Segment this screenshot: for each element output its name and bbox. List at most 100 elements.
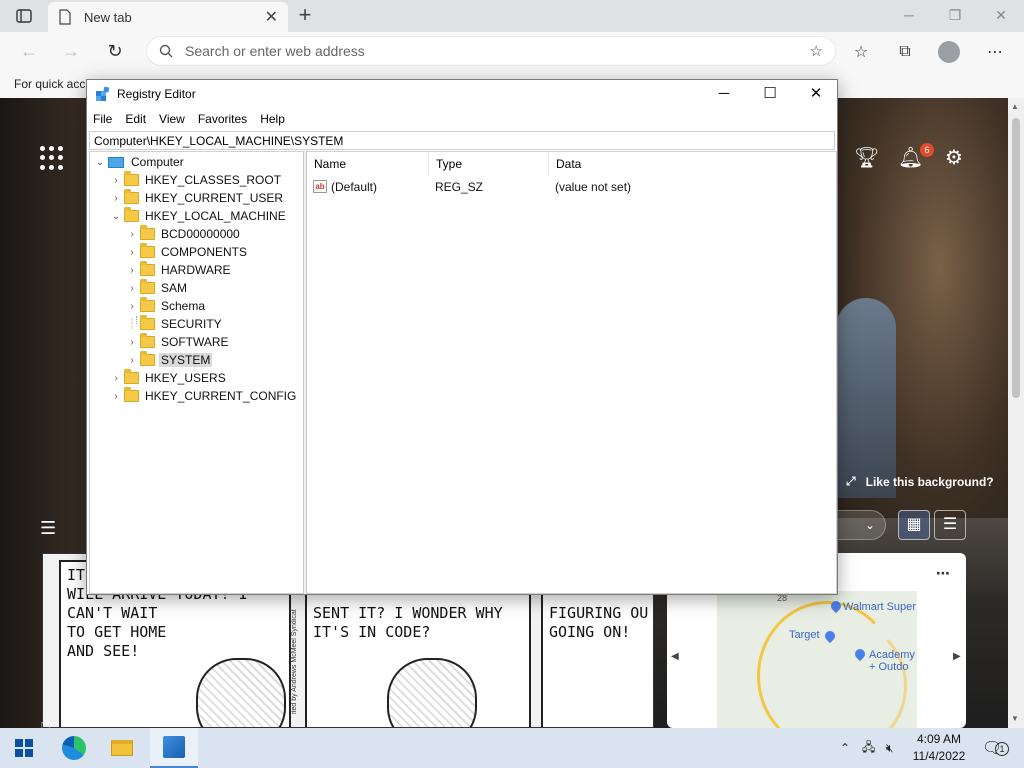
folder-icon bbox=[124, 387, 139, 402]
column-header-name[interactable]: Name bbox=[307, 152, 429, 176]
tree-node-sam[interactable]: › SAM bbox=[124, 279, 189, 297]
page-scrollbar[interactable]: ▲ ▼ bbox=[1008, 98, 1024, 728]
add-favorite-icon[interactable]: ☆ bbox=[810, 42, 823, 60]
tree-node-hkey-current-config[interactable]: › HKEY_CURRENT_CONFIG bbox=[108, 387, 298, 405]
taskbar-file-explorer[interactable] bbox=[98, 728, 146, 768]
tree-node-software[interactable]: › SOFTWARE bbox=[124, 333, 231, 351]
minimize-button[interactable]: ─ bbox=[886, 4, 932, 28]
menu-favorites[interactable]: Favorites bbox=[198, 112, 247, 126]
map[interactable]: 28 Walmart Super Target Academy + Outdo bbox=[717, 591, 917, 728]
list-view-button[interactable]: ☰ bbox=[934, 510, 966, 540]
map-label: Academy bbox=[869, 649, 915, 661]
rewards-icon[interactable]: 🏆︎ bbox=[854, 146, 879, 170]
comic-text: GOING ON! bbox=[549, 623, 631, 641]
scrollbar-thumb[interactable] bbox=[1012, 118, 1020, 398]
address-bar[interactable]: Search or enter web address ☆ bbox=[146, 36, 836, 66]
menu-view[interactable]: View bbox=[159, 112, 185, 126]
tree-node-security[interactable]: ┆ SECURITY bbox=[124, 315, 224, 333]
card-options-icon[interactable]: ⋯ bbox=[936, 565, 950, 582]
tab-actions-icon[interactable] bbox=[8, 5, 40, 27]
registry-editor-window[interactable]: Registry Editor ─ ☐ ✕ File Edit View Fav… bbox=[86, 79, 838, 595]
apps-launcher-icon[interactable] bbox=[40, 146, 64, 170]
like-background-label: Like this background? bbox=[865, 474, 994, 489]
registry-title-bar[interactable]: Registry Editor ─ ☐ ✕ bbox=[87, 80, 837, 108]
expand-icon[interactable]: › bbox=[124, 355, 140, 366]
values-list[interactable]: Name Type Data ab (Default) REG_SZ (valu… bbox=[307, 151, 837, 594]
collapse-icon[interactable]: ⌄ bbox=[108, 211, 124, 222]
collections-icon[interactable]: ⧉ bbox=[892, 39, 918, 65]
expand-icon[interactable]: › bbox=[124, 229, 140, 240]
tree-node-system[interactable]: › SYSTEM bbox=[124, 351, 213, 369]
browser-toolbar: ← → ↻ Search or enter web address ☆ ☆ ⧉ … bbox=[0, 32, 1024, 70]
close-button[interactable]: ✕ bbox=[793, 80, 839, 108]
tree-node-components[interactable]: › COMPONENTS bbox=[124, 243, 249, 261]
hamburger-menu-icon[interactable]: ☰ bbox=[40, 518, 56, 539]
taskbar-registry-editor[interactable] bbox=[150, 728, 198, 768]
settings-gear-icon[interactable]: ⚙ bbox=[942, 146, 966, 170]
expand-icon[interactable]: › bbox=[124, 247, 140, 258]
comic-character bbox=[387, 658, 477, 727]
minimize-button[interactable]: ─ bbox=[701, 80, 747, 108]
tree-node-hardware[interactable]: › HARDWARE bbox=[124, 261, 233, 279]
like-background-link[interactable]: ⤢ Like this background? bbox=[846, 474, 994, 489]
folder-icon bbox=[140, 225, 155, 240]
refresh-button[interactable]: ↻ bbox=[102, 39, 128, 65]
new-tab-button[interactable]: + bbox=[292, 4, 318, 28]
more-options-icon[interactable]: ⋯ bbox=[982, 39, 1008, 65]
scroll-up-icon[interactable]: ▲ bbox=[1011, 102, 1019, 111]
forward-button[interactable]: → bbox=[58, 39, 84, 65]
tree-line: ┆ bbox=[128, 318, 136, 330]
expand-icon[interactable]: › bbox=[108, 193, 124, 204]
menu-help[interactable]: Help bbox=[260, 112, 285, 126]
carousel-next-icon[interactable]: ▶ bbox=[953, 651, 961, 662]
collapse-icon[interactable]: ⌄ bbox=[92, 157, 108, 168]
back-button[interactable]: ← bbox=[16, 39, 42, 65]
close-window-button[interactable]: ✕ bbox=[978, 4, 1024, 28]
chevron-down-icon: ⌄ bbox=[864, 518, 875, 532]
comic-character bbox=[196, 658, 286, 727]
scroll-down-icon[interactable]: ▼ bbox=[1011, 714, 1019, 723]
tree-node-computer[interactable]: ⌄ Computer bbox=[92, 153, 186, 171]
grid-view-button[interactable]: ▦ bbox=[898, 510, 930, 540]
profile-button[interactable] bbox=[936, 39, 962, 65]
start-button[interactable] bbox=[0, 728, 48, 768]
tree-node-bcd00000000[interactable]: › BCD00000000 bbox=[124, 225, 242, 243]
carousel-prev-icon[interactable]: ◀ bbox=[671, 651, 679, 662]
close-tab-icon[interactable]: ✕ bbox=[265, 7, 278, 27]
expand-icon[interactable]: › bbox=[124, 265, 140, 276]
expand-icon[interactable]: › bbox=[108, 373, 124, 384]
volume-muted-icon[interactable]: 🔇︎ bbox=[886, 728, 894, 768]
maximize-button[interactable]: ☐ bbox=[747, 80, 793, 108]
folder-icon bbox=[140, 315, 155, 330]
system-clock[interactable]: 4:09 AM 11/4/2022 bbox=[908, 731, 970, 765]
network-icon[interactable]: 🖧 bbox=[862, 728, 875, 768]
comic-text: TO GET HOME bbox=[67, 623, 167, 641]
tree-node-hkey-local-machine[interactable]: ⌄ HKEY_LOCAL_MACHINE bbox=[108, 207, 288, 225]
tree-node-hkey-current-user[interactable]: › HKEY_CURRENT_USER bbox=[108, 189, 285, 207]
address-path-field[interactable]: Computer\HKEY_LOCAL_MACHINE\SYSTEM bbox=[89, 131, 835, 150]
tab-new-tab[interactable]: New tab ✕ bbox=[48, 2, 288, 32]
expand-icon[interactable]: › bbox=[124, 301, 140, 312]
background-sky bbox=[836, 298, 896, 498]
taskbar-edge[interactable] bbox=[50, 728, 98, 768]
tree-node-schema[interactable]: › Schema bbox=[124, 297, 207, 315]
registry-tree[interactable]: ⌄ Computer › HKEY_CLASSES_ROOT › HKEY_CU… bbox=[89, 151, 303, 594]
menu-bar: File Edit View Favorites Help bbox=[87, 108, 837, 130]
restore-button[interactable]: ❐ bbox=[932, 4, 978, 28]
value-name: (Default) bbox=[331, 180, 378, 194]
browser-tab-bar: New tab ✕ + ─ ❐ ✕ bbox=[0, 0, 1024, 32]
menu-file[interactable]: File bbox=[93, 112, 112, 126]
show-hidden-icons[interactable]: ⌃ bbox=[840, 728, 850, 768]
tree-node-hkey-users[interactable]: › HKEY_USERS bbox=[108, 369, 228, 387]
favorites-icon[interactable]: ☆ bbox=[848, 39, 874, 65]
expand-icon[interactable]: › bbox=[108, 391, 124, 402]
expand-icon[interactable]: › bbox=[124, 337, 140, 348]
menu-edit[interactable]: Edit bbox=[125, 112, 146, 126]
expand-icon[interactable]: › bbox=[124, 283, 140, 294]
column-header-type[interactable]: Type bbox=[429, 152, 549, 176]
column-header-data[interactable]: Data bbox=[549, 152, 699, 176]
notifications-icon[interactable]: 🔔︎ bbox=[898, 146, 923, 170]
expand-icon[interactable]: › bbox=[108, 175, 124, 186]
tree-node-hkey-classes-root[interactable]: › HKEY_CLASSES_ROOT bbox=[108, 171, 283, 189]
value-row[interactable]: ab (Default) REG_SZ (value not set) bbox=[307, 178, 835, 196]
